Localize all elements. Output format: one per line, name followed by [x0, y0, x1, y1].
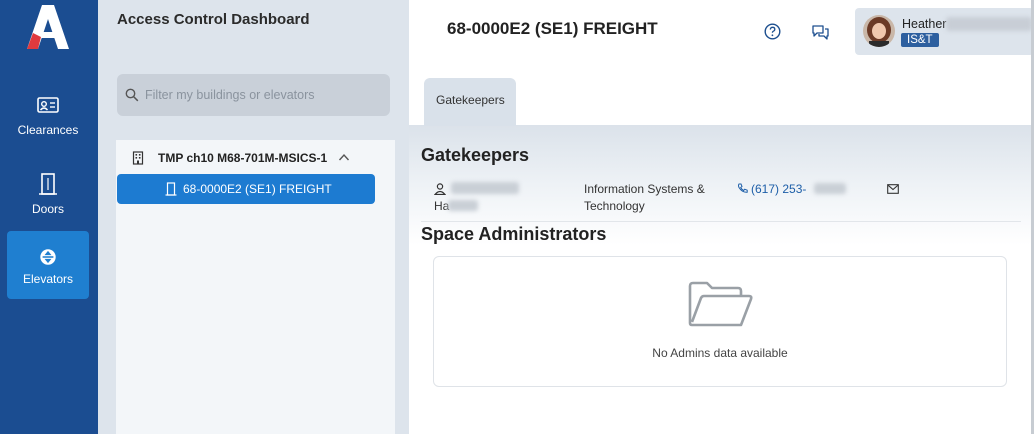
nav-elevators[interactable]: Elevators	[7, 231, 89, 299]
filter-input[interactable]: Filter my buildings or elevators	[117, 74, 390, 116]
gatekeeper-phone: (617) 253-	[751, 182, 807, 196]
nav-clearances[interactable]: Clearances	[7, 84, 89, 152]
chat-icon[interactable]	[811, 24, 830, 40]
space-admins-empty-text: No Admins data available	[652, 346, 788, 360]
gatekeeper-phone-redacted	[814, 183, 846, 194]
nav-elevators-label: Elevators	[22, 272, 74, 286]
phone-icon	[738, 183, 748, 193]
nav-clearances-label: Clearances	[17, 123, 79, 137]
open-folder-icon	[688, 281, 753, 327]
gatekeepers-heading: Gatekeepers	[421, 145, 530, 165]
chevron-up-icon[interactable]	[338, 152, 350, 162]
page-title: 68-0000E2 (SE1) FREIGHT	[447, 19, 658, 38]
tab-gatekeepers-label: Gatekeepers	[436, 93, 505, 107]
left-nav-rail: Clearances Doors Elevators	[0, 0, 98, 434]
user-name: Heather	[902, 17, 947, 31]
gatekeeper-department: Information Systems & Technology	[584, 182, 705, 213]
gatekeeper-name-redacted	[451, 182, 519, 194]
user-lastname-redacted	[946, 17, 1032, 31]
space-admins-heading: Space Administrators	[421, 224, 607, 244]
panel-scroll-track[interactable]	[395, 140, 407, 434]
user-menu[interactable]: Heather IS&T	[855, 8, 1034, 55]
door-icon	[39, 173, 57, 195]
building-label: TMP ch10 M68-701M-MSICS-1	[158, 151, 328, 165]
gatekeeper-phone-link[interactable]: (617) 253-	[737, 182, 806, 196]
mail-icon[interactable]	[887, 184, 899, 194]
nav-doors[interactable]: Doors	[7, 163, 89, 231]
gatekeeper-row: Ha Information Systems & Technology (617…	[421, 178, 1021, 222]
gatekeeper-name-redacted-2	[448, 200, 478, 211]
elevator-label: 68-0000E2 (SE1) FREIGHT	[183, 182, 332, 196]
app-logo-icon[interactable]	[27, 5, 69, 49]
search-icon	[125, 88, 139, 102]
id-card-icon	[37, 97, 59, 113]
filter-placeholder: Filter my buildings or elevators	[145, 88, 315, 102]
main-content: 68-0000E2 (SE1) FREIGHT Heather IS&T Gat…	[409, 0, 1034, 434]
elevator-item-selected[interactable]: 68-0000E2 (SE1) FREIGHT	[117, 174, 375, 204]
panel-title: Access Control Dashboard	[117, 11, 310, 28]
building-panel: Access Control Dashboard Filter my build…	[98, 0, 409, 434]
elevator-icon	[40, 249, 56, 265]
door-icon	[165, 182, 177, 196]
avatar	[863, 15, 895, 47]
person-icon	[434, 183, 446, 195]
nav-doors-label: Doors	[31, 202, 64, 216]
building-icon	[132, 151, 144, 165]
building-item[interactable]: TMP ch10 M68-701M-MSICS-1	[116, 148, 378, 170]
space-admins-empty-state: No Admins data available	[433, 256, 1007, 387]
help-icon[interactable]	[764, 23, 781, 40]
user-dept-badge: IS&T	[901, 33, 939, 47]
tab-gatekeepers[interactable]: Gatekeepers	[424, 78, 516, 126]
